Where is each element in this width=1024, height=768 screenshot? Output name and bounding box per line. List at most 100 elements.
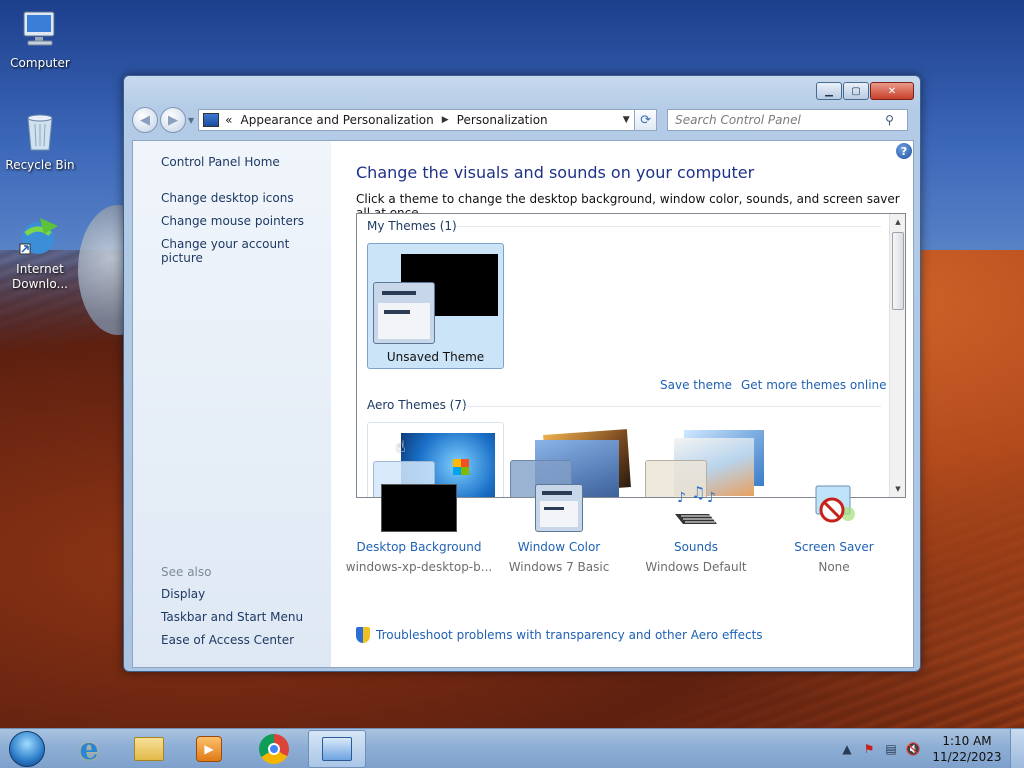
taskbar-windows-explorer[interactable] [120,730,178,768]
internet-explorer-icon: e [79,731,99,767]
aero-themes-group-label: Aero Themes (7) [367,398,467,412]
minimize-button[interactable]: ▁ [816,82,842,100]
get-more-themes-link[interactable]: Get more themes online [741,378,887,392]
troubleshoot-link-text[interactable]: Troubleshoot problems with transparency … [376,628,763,642]
sounds-link[interactable]: Sounds [621,540,771,554]
breadcrumb-appearance[interactable]: Appearance and Personalization [241,113,434,127]
display-link[interactable]: Display [161,587,205,601]
ease-of-access-center-link[interactable]: Ease of Access Center [161,633,294,647]
forward-button[interactable]: ▶ [160,107,186,133]
page-title: Change the visuals and sounds on your co… [356,163,755,182]
start-button[interactable] [4,729,50,768]
recycle-bin-icon [18,110,62,154]
desktop-background-link[interactable]: Desktop Background [344,540,494,554]
help-icon: ? [900,144,908,158]
action-center-flag-icon[interactable]: ⚑ [858,742,880,756]
search-box[interactable]: ⚲ [667,109,909,131]
screen-saver-value: None [818,560,850,574]
refresh-icon: ⟳ [640,112,652,128]
desktop-icon-label: Computer [10,56,70,70]
volume-muted-icon[interactable]: 🔇 [902,742,924,756]
desktop-icon-recycle-bin[interactable]: Recycle Bin [0,110,80,172]
address-bar[interactable]: « Appearance and Personalization ▶ Perso… [198,109,636,131]
windows-orb-icon [9,731,45,767]
window-color-option[interactable]: Window Color Windows 7 Basic [484,484,634,574]
control-panel-home-link[interactable]: Control Panel Home [161,155,280,169]
network-icon[interactable]: ▤ [880,742,902,756]
taskbar-start-menu-link[interactable]: Taskbar and Start Menu [161,610,303,624]
computer-icon [18,8,62,52]
desktop-background-value: windows-xp-desktop-b... [345,560,493,574]
search-input[interactable] [675,113,886,127]
taskbar-chrome[interactable] [245,730,303,768]
back-arrow-icon: ◀ [140,112,150,128]
theme-name: Unsaved Theme [386,350,485,364]
change-account-picture-link[interactable]: Change your account picture [161,237,331,265]
desktop-icon-computer[interactable]: Computer [0,8,80,70]
scroll-thumb[interactable] [892,232,904,310]
clock-date: 11/22/2023 [932,750,1002,764]
close-button[interactable]: ✕ [870,82,914,100]
save-theme-link[interactable]: Save theme [660,378,732,392]
chrome-icon [259,734,289,764]
control-panel-icon [322,737,352,761]
theme-preview-window [373,282,435,344]
search-icon[interactable]: ⚲ [885,113,894,127]
scroll-up-icon[interactable]: ▲ [890,214,905,230]
window-color-link[interactable]: Window Color [484,540,634,554]
screen-saver-option[interactable]: Screen Saver None [759,484,909,574]
breadcrumb-separator-icon[interactable]: ▶ [442,115,449,125]
task-pane: Control Panel Home Change desktop icons … [133,141,331,667]
uac-shield-icon [356,627,370,643]
see-also-label: See also [161,565,212,579]
show-hidden-icons-icon[interactable]: ▲ [836,742,858,756]
taskbar-control-panel[interactable] [308,730,366,768]
sounds-icon: ♪ ♫ ♪ [671,483,721,532]
sounds-option[interactable]: ♪ ♫ ♪ Sounds Windows Default [621,483,771,574]
troubleshoot-aero-link[interactable]: Troubleshoot problems with transparency … [356,627,763,643]
notification-area: ▲ ⚑ ▤ 🔇 1:10 AM 11/22/2023 [836,729,1024,768]
taskbar-internet-explorer[interactable]: e [60,730,118,768]
theme-list-scrollbar[interactable]: ▲ ▼ [889,214,905,497]
address-dropdown-button[interactable]: ▼ [618,115,634,125]
taskbar-media-player[interactable]: ▶ [180,730,238,768]
window-color-value: Windows 7 Basic [508,560,610,574]
svg-text:♪: ♪ [707,490,716,506]
main-content: ? Change the visuals and sounds on your … [346,141,914,667]
change-desktop-icons-link[interactable]: Change desktop icons [161,191,294,205]
help-button[interactable]: ? [896,143,912,159]
theme-tile-unsaved[interactable]: Unsaved Theme [367,243,504,369]
close-icon: ✕ [887,85,897,97]
sounds-value: Windows Default [645,560,747,574]
show-desktop-button[interactable] [1010,729,1024,768]
window-caption-buttons: ▁ ▢ ✕ [816,82,914,100]
address-toolbar: ◀ ▶ ▼ « Appearance and Personalization ▶… [132,106,914,134]
refresh-button[interactable]: ⟳ [635,109,658,131]
address-overflow-chevron[interactable]: « [225,113,232,127]
theme-list[interactable]: My Themes (1) Unsaved Theme Save theme G… [356,213,906,498]
breadcrumb-personalization[interactable]: Personalization [457,113,548,127]
maximize-button[interactable]: ▢ [843,82,869,100]
desktop-background-thumbnail [381,484,457,532]
taskbar: e ▶ ▲ ⚑ ▤ 🔇 1:10 AM 11/22/2023 [0,728,1024,768]
media-player-icon: ▶ [196,736,222,762]
desktop-icon-internet-download-manager[interactable]: Internet Downlo... [0,214,80,292]
hand-cursor-icon: ☝ [396,437,406,456]
system-clock[interactable]: 1:10 AM 11/22/2023 [924,733,1010,765]
back-button[interactable]: ◀ [132,107,158,133]
minimize-icon: ▁ [825,85,833,97]
recent-pages-dropdown[interactable]: ▼ [188,116,194,125]
group-divider [465,406,881,407]
window-color-icon [535,484,583,532]
desktop-icon-label: Recycle Bin [5,158,75,172]
clock-time: 1:10 AM [942,734,992,748]
internet-download-manager-icon [18,214,62,258]
group-divider [457,226,881,227]
change-mouse-pointers-link[interactable]: Change mouse pointers [161,214,304,228]
desktop-background-option[interactable]: Desktop Background windows-xp-desktop-b.… [344,484,494,574]
theme-settings-row: Desktop Background windows-xp-desktop-b.… [346,483,914,611]
screen-saver-link[interactable]: Screen Saver [759,540,909,554]
personalization-window[interactable]: ▁ ▢ ✕ ◀ ▶ ▼ « Appearance and Personaliza… [123,75,921,672]
desktop-icon-label: Internet Downlo... [12,262,68,291]
forward-arrow-icon: ▶ [168,112,178,128]
